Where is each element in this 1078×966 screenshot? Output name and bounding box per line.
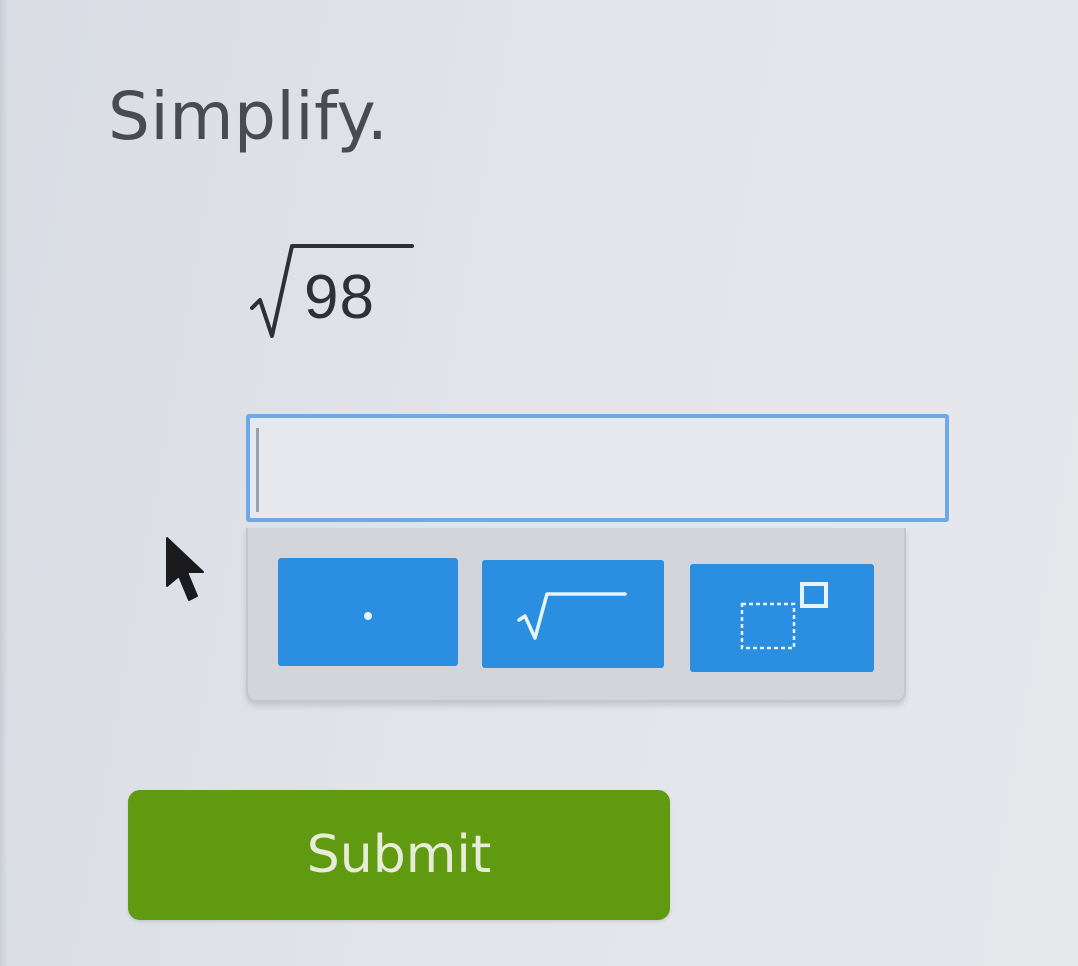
square-root-button[interactable] <box>482 560 664 668</box>
mouse-pointer-icon <box>166 537 204 601</box>
radical-expression: 98 <box>250 238 420 338</box>
practice-page: Simplify. 98 Submit <box>0 0 1078 966</box>
sqrt-icon <box>517 592 627 640</box>
answer-input[interactable] <box>246 414 949 522</box>
superscript-box-icon <box>740 582 828 650</box>
decimal-point-button[interactable] <box>278 558 458 666</box>
window-edge <box>0 0 8 966</box>
submit-button[interactable]: Submit <box>128 790 670 920</box>
math-keypad <box>246 528 906 702</box>
problem-instruction: Simplify. <box>108 78 389 155</box>
radicand-value: 98 <box>304 263 375 332</box>
exponent-button[interactable] <box>690 564 874 672</box>
text-caret <box>256 428 259 512</box>
dot-icon <box>364 612 372 620</box>
